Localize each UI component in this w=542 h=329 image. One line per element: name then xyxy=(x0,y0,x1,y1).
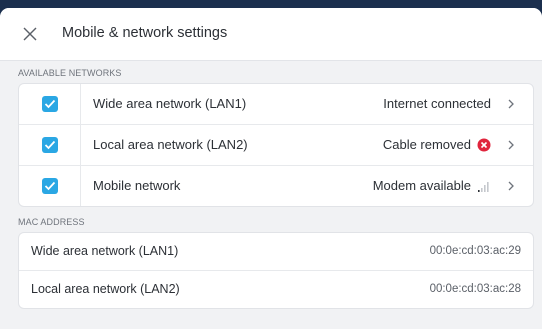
mac-address-value: 00:0e:cd:03:ac:29 xyxy=(429,245,521,257)
checkbox-cell xyxy=(19,84,81,124)
checkbox-cell xyxy=(19,166,81,206)
network-row-lan2[interactable]: Local area network (LAN2) Cable removed xyxy=(19,125,533,166)
mac-row-lan1: Wide area network (LAN1) 00:0e:cd:03:ac:… xyxy=(19,233,533,271)
dialog-header: Mobile & network settings xyxy=(0,8,542,61)
available-networks-label: AVAILABLE NETWORKS xyxy=(18,68,122,78)
mac-network-name: Local area network (LAN2) xyxy=(31,282,180,296)
checkmark-icon xyxy=(44,140,56,150)
dialog-title: Mobile & network settings xyxy=(62,25,228,41)
checkmark-icon xyxy=(44,181,56,191)
network-status: Internet connected xyxy=(383,96,491,111)
mac-row-lan2: Local area network (LAN2) 00:0e:cd:03:ac… xyxy=(19,271,533,308)
network-status-text: Modem available xyxy=(372,178,471,193)
mac-address-label: MAC ADDRESS xyxy=(18,217,85,227)
chevron-right-icon xyxy=(508,99,514,109)
chevron-right-icon xyxy=(508,181,514,191)
network-row-mobile[interactable]: Mobile network Modem available xyxy=(19,166,533,206)
network-name: Mobile network xyxy=(93,178,181,193)
network-status: Modem available xyxy=(373,178,491,193)
lan1-checkbox[interactable] xyxy=(42,96,58,112)
mac-card: Wide area network (LAN1) 00:0e:cd:03:ac:… xyxy=(18,232,534,309)
network-status-text: Internet connected xyxy=(383,96,491,111)
network-row-lan1[interactable]: Wide area network (LAN1) Internet connec… xyxy=(19,84,533,125)
close-button[interactable] xyxy=(20,24,40,44)
lan2-checkbox[interactable] xyxy=(42,137,58,153)
settings-dialog: Mobile & network settings AVAILABLE NETW… xyxy=(0,8,542,329)
error-icon xyxy=(477,138,491,152)
close-icon xyxy=(23,27,37,41)
checkmark-icon xyxy=(44,99,56,109)
chevron-right-icon xyxy=(508,140,514,150)
network-status-text: Cable removed xyxy=(382,137,471,152)
network-name: Wide area network (LAN1) xyxy=(93,96,247,111)
mac-network-name: Wide area network (LAN1) xyxy=(31,244,179,258)
mac-address-value: 00:0e:cd:03:ac:28 xyxy=(429,283,521,295)
mobile-checkbox[interactable] xyxy=(42,178,58,194)
network-name: Local area network (LAN2) xyxy=(93,137,248,152)
networks-card: Wide area network (LAN1) Internet connec… xyxy=(18,83,534,207)
network-status: Cable removed xyxy=(383,137,491,152)
checkbox-cell xyxy=(19,125,81,165)
signal-strength-icon xyxy=(477,179,491,193)
